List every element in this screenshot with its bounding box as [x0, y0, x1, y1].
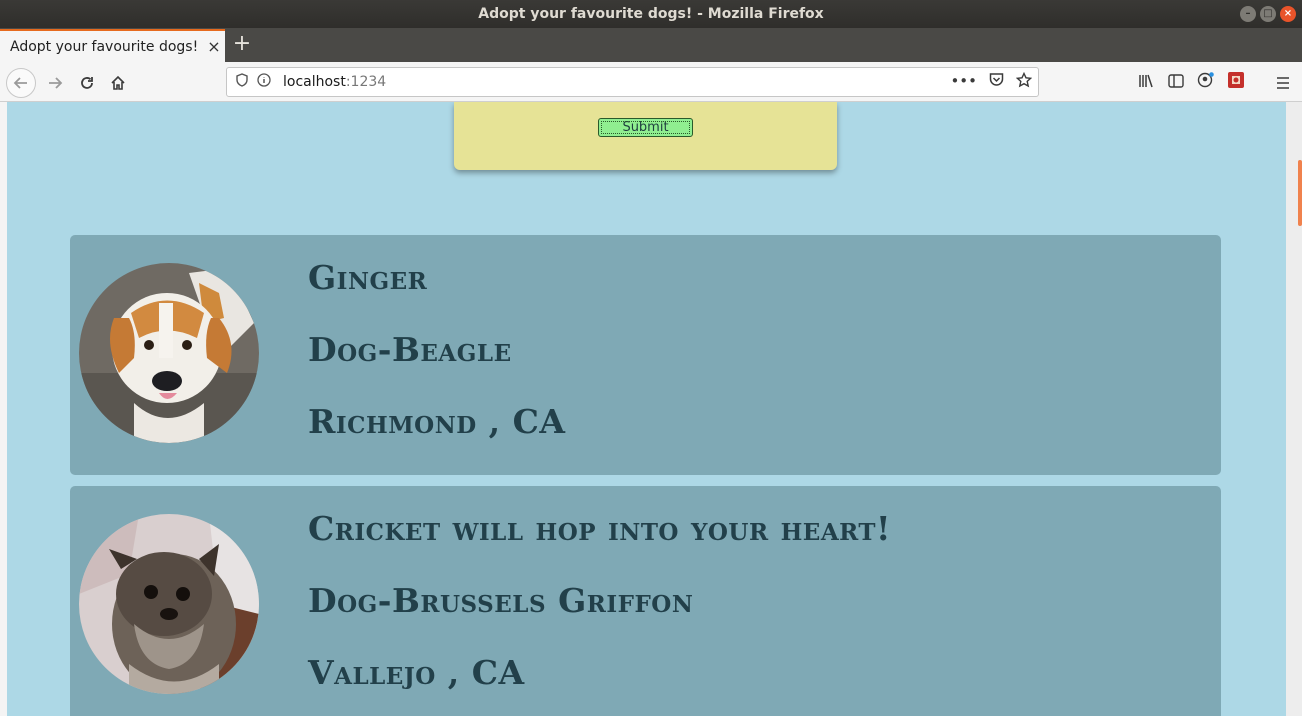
- pet-photo-ginger: [79, 263, 259, 443]
- pet-breed: Dog-Beagle: [308, 330, 512, 369]
- page-viewport: Submit Ginger Dog-Beagle Richmond , CA C…: [0, 102, 1302, 716]
- window-controls: – □ ×: [1240, 6, 1296, 22]
- bookmark-star-icon[interactable]: [1015, 71, 1033, 92]
- pet-name: Cricket will hop into your heart!: [308, 509, 891, 548]
- pet-breed: Dog-Brussels Griffon: [308, 581, 694, 620]
- pet-name: Ginger: [308, 258, 428, 297]
- tab-strip: Adopt your favourite dogs! × +: [0, 28, 1302, 62]
- account-icon[interactable]: [1191, 72, 1221, 94]
- search-form: Submit: [454, 102, 837, 170]
- browser-tab[interactable]: Adopt your favourite dogs! ×: [0, 29, 225, 62]
- new-tab-button[interactable]: +: [231, 32, 253, 56]
- pet-card[interactable]: Cricket will hop into your heart! Dog-Br…: [70, 486, 1221, 716]
- back-arrow-icon: [13, 77, 27, 89]
- extension-icon[interactable]: [1221, 72, 1251, 94]
- url-port: :1234: [345, 74, 387, 90]
- tab-title: Adopt your favourite dogs!: [10, 38, 199, 55]
- home-icon: [111, 75, 125, 90]
- pet-card[interactable]: Ginger Dog-Beagle Richmond , CA: [70, 235, 1221, 475]
- url-host: localhost: [283, 74, 346, 90]
- maximize-icon[interactable]: □: [1260, 6, 1276, 22]
- submit-button[interactable]: Submit: [598, 118, 693, 137]
- sidebar-icon[interactable]: [1161, 72, 1191, 94]
- back-button[interactable]: [6, 68, 36, 98]
- tracking-shield-icon[interactable]: [231, 73, 253, 91]
- menu-button[interactable]: [1268, 68, 1298, 98]
- pet-location: Richmond , CA: [308, 402, 566, 441]
- reload-icon: [81, 77, 93, 89]
- pet-info: Cricket will hop into your heart! Dog-Br…: [308, 508, 891, 716]
- url-bar[interactable]: localhost:1234 •••: [226, 67, 1039, 97]
- minimize-icon[interactable]: –: [1240, 6, 1256, 22]
- pet-photo-cricket: [79, 514, 259, 694]
- library-icon[interactable]: [1131, 72, 1161, 94]
- tab-close-icon[interactable]: ×: [203, 37, 225, 56]
- nav-toolbar: localhost:1234 •••: [0, 62, 1302, 102]
- pet-location: Vallejo , CA: [308, 653, 525, 692]
- window-title: Adopt your favourite dogs! - Mozilla Fir…: [478, 6, 824, 22]
- left-edge: [0, 102, 7, 716]
- home-button[interactable]: [103, 68, 133, 98]
- page-actions-icon[interactable]: •••: [950, 72, 977, 92]
- forward-arrow-icon: [49, 77, 63, 89]
- forward-button[interactable]: [40, 68, 70, 98]
- hamburger-icon: [1277, 77, 1289, 89]
- pet-info: Ginger Dog-Beagle Richmond , CA: [308, 257, 566, 473]
- reload-button[interactable]: [72, 68, 102, 98]
- site-info-icon[interactable]: [253, 73, 275, 91]
- window-titlebar: Adopt your favourite dogs! - Mozilla Fir…: [0, 0, 1302, 28]
- pocket-icon[interactable]: [989, 72, 1004, 92]
- scrollbar[interactable]: [1286, 102, 1302, 716]
- scrollbar-thumb[interactable]: [1298, 160, 1302, 226]
- close-window-icon[interactable]: ×: [1280, 6, 1296, 22]
